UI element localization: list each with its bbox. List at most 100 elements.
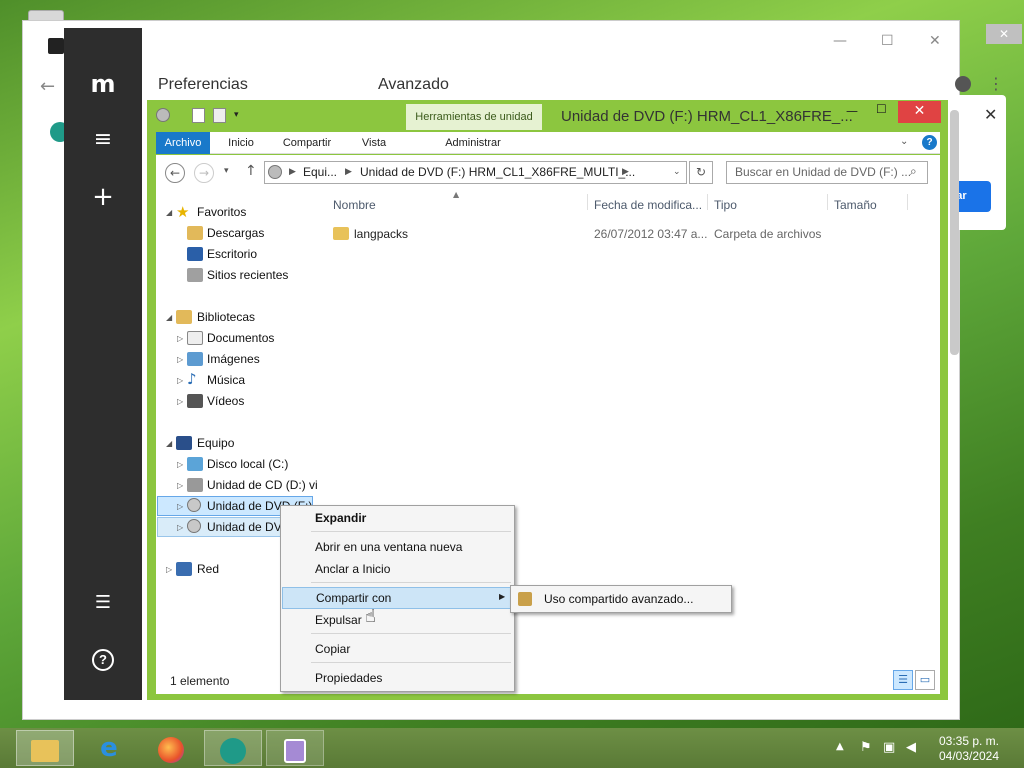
explorer-maximize-button[interactable]: ☐: [876, 102, 887, 116]
expand-toggle-icon[interactable]: ▷: [166, 565, 172, 574]
libraries-icon: [176, 310, 192, 324]
volume-icon[interactable]: ◀: [906, 740, 916, 755]
nav-documentos[interactable]: Documentos: [207, 331, 274, 345]
tab-avanzado[interactable]: Avanzado: [378, 76, 449, 94]
properties-icon[interactable]: [192, 108, 205, 123]
nav-bibliotecas[interactable]: Bibliotecas: [197, 310, 255, 324]
expand-toggle-icon[interactable]: ▷: [177, 523, 183, 532]
breadcrumb-chevron-icon[interactable]: ▶: [345, 162, 352, 183]
address-bar[interactable]: ▶ Equi... ▶ Unidad de DVD (F:) HRM_CL1_X…: [264, 161, 687, 184]
nav-unidad-dvd[interactable]: Unidad de DV: [207, 520, 282, 534]
profile-icon[interactable]: [955, 76, 971, 92]
tab-preferencias[interactable]: Preferencias: [158, 76, 248, 94]
new-folder-icon[interactable]: [213, 108, 226, 123]
tab-inicio[interactable]: Inicio: [218, 132, 264, 154]
plus-icon[interactable]: +: [64, 182, 142, 212]
network-tray-icon[interactable]: ▣: [883, 740, 895, 755]
menu-item-expandir[interactable]: Expandir: [282, 507, 513, 529]
tab-compartir[interactable]: Compartir: [274, 132, 340, 154]
sliders-icon[interactable]: ☰: [64, 592, 142, 613]
expand-toggle-icon[interactable]: ▷: [177, 481, 183, 490]
back-button[interactable]: ←: [165, 163, 185, 183]
column-fecha[interactable]: Fecha de modifica...: [594, 198, 702, 212]
file-explorer-taskbar-button[interactable]: [16, 730, 74, 766]
tray-expand-icon[interactable]: ▲: [836, 741, 844, 752]
browser-minimize-button[interactable]: —: [833, 33, 847, 49]
internet-explorer-icon[interactable]: e: [80, 730, 138, 766]
search-icon[interactable]: ⌕: [910, 164, 917, 179]
notification-close-icon[interactable]: ✕: [984, 105, 997, 124]
browser-close-button[interactable]: ✕: [929, 33, 941, 49]
expand-toggle-icon[interactable]: ◢: [166, 313, 172, 322]
explorer-minimize-button[interactable]: —: [846, 104, 858, 118]
tab-administrar[interactable]: Administrar: [406, 132, 540, 154]
nav-escritorio[interactable]: Escritorio: [207, 247, 257, 261]
app-taskbar-button[interactable]: [204, 730, 262, 766]
column-tamano[interactable]: Tamaño: [834, 198, 877, 212]
address-dropdown-icon[interactable]: ⌄: [673, 162, 681, 183]
kebab-menu-icon[interactable]: ⋮: [988, 74, 1004, 93]
tab-vista[interactable]: Vista: [352, 132, 396, 154]
menu-item-uso-compartido-avanzado[interactable]: Uso compartido avanzado...: [512, 588, 730, 610]
menu-item-compartir-con[interactable]: Compartir con: [282, 587, 513, 609]
recent-locations-icon[interactable]: ▾: [224, 166, 229, 176]
nav-favoritos[interactable]: Favoritos: [197, 205, 246, 219]
firefox-taskbar-button[interactable]: [142, 730, 200, 766]
menu-item-propiedades[interactable]: Propiedades: [282, 667, 513, 689]
column-nombre[interactable]: Nombre: [333, 198, 376, 212]
column-divider[interactable]: [587, 194, 588, 210]
menu-item-abrir-ventana[interactable]: Abrir en una ventana nueva: [282, 536, 513, 558]
nav-sitios-recientes[interactable]: Sitios recientes: [207, 268, 288, 282]
explorer-close-button[interactable]: ✕: [898, 101, 941, 123]
nav-musica[interactable]: Música: [207, 373, 245, 387]
nav-unidad-cd[interactable]: Unidad de CD (D:) vi: [207, 478, 318, 492]
expand-toggle-icon[interactable]: ◢: [166, 208, 172, 217]
nav-descargas[interactable]: Descargas: [207, 226, 264, 240]
tab-archivo[interactable]: Archivo: [156, 132, 210, 154]
help-icon[interactable]: ?: [922, 135, 937, 150]
expand-toggle-icon[interactable]: ▷: [177, 376, 183, 385]
qat-dropdown-icon[interactable]: ▾: [234, 110, 239, 120]
menu-item-anclar-inicio[interactable]: Anclar a Inicio: [282, 558, 513, 580]
refresh-button[interactable]: ↻: [689, 161, 713, 184]
column-divider[interactable]: [907, 194, 908, 210]
expand-toggle-icon[interactable]: ▷: [177, 355, 183, 364]
help-icon[interactable]: ?: [92, 649, 114, 671]
large-icons-view-button[interactable]: ▭: [915, 670, 935, 690]
forward-button[interactable]: →: [194, 163, 214, 183]
expand-toggle-icon[interactable]: ▷: [177, 397, 183, 406]
column-divider[interactable]: [707, 194, 708, 210]
explorer-title: Unidad de DVD (F:) HRM_CL1_X86FRE_...: [561, 108, 853, 125]
breadcrumb-equipo[interactable]: Equi...: [303, 162, 337, 183]
up-arrow-icon[interactable]: ↑: [245, 163, 257, 179]
breadcrumb-chevron-icon[interactable]: ▶: [289, 162, 296, 183]
menu-icon[interactable]: ≡: [64, 127, 142, 152]
menu-item-copiar[interactable]: Copiar: [282, 638, 513, 660]
expand-toggle-icon[interactable]: ▷: [177, 460, 183, 469]
breadcrumb-drive[interactable]: Unidad de DVD (F:) HRM_CL1_X86FRE_MULTI_…: [360, 162, 635, 183]
browser-maximize-button[interactable]: ☐: [881, 33, 894, 49]
nav-red[interactable]: Red: [197, 562, 219, 576]
ribbon-expand-icon[interactable]: ⌄: [900, 136, 908, 147]
expand-toggle-icon[interactable]: ▷: [177, 334, 183, 343]
nav-imagenes[interactable]: Imágenes: [207, 352, 260, 366]
drive-icon[interactable]: [156, 108, 170, 122]
expand-toggle-icon[interactable]: ◢: [166, 439, 172, 448]
breadcrumb-chevron-icon[interactable]: ▶: [622, 162, 629, 183]
column-divider[interactable]: [827, 194, 828, 210]
file-name[interactable]: langpacks: [354, 227, 408, 241]
back-arrow-icon[interactable]: ←: [40, 76, 55, 97]
nav-disco-local[interactable]: Disco local (C:): [207, 457, 288, 471]
browser-scrollbar[interactable]: [950, 110, 959, 355]
clock[interactable]: 03:35 p. m. 04/03/2024: [936, 734, 1002, 764]
action-center-icon[interactable]: ⚑: [860, 740, 872, 755]
search-input[interactable]: Buscar en Unidad de DVD (F:) ...: [726, 161, 928, 184]
outer-close-button[interactable]: ✕: [986, 24, 1022, 44]
nav-equipo[interactable]: Equipo: [197, 436, 234, 450]
nav-videos[interactable]: Vídeos: [207, 394, 244, 408]
app2-taskbar-button[interactable]: [266, 730, 324, 766]
expand-toggle-icon[interactable]: ▷: [177, 502, 183, 511]
column-tipo[interactable]: Tipo: [714, 198, 737, 212]
menu-item-expulsar[interactable]: Expulsar: [282, 609, 513, 631]
details-view-button[interactable]: ☰: [893, 670, 913, 690]
